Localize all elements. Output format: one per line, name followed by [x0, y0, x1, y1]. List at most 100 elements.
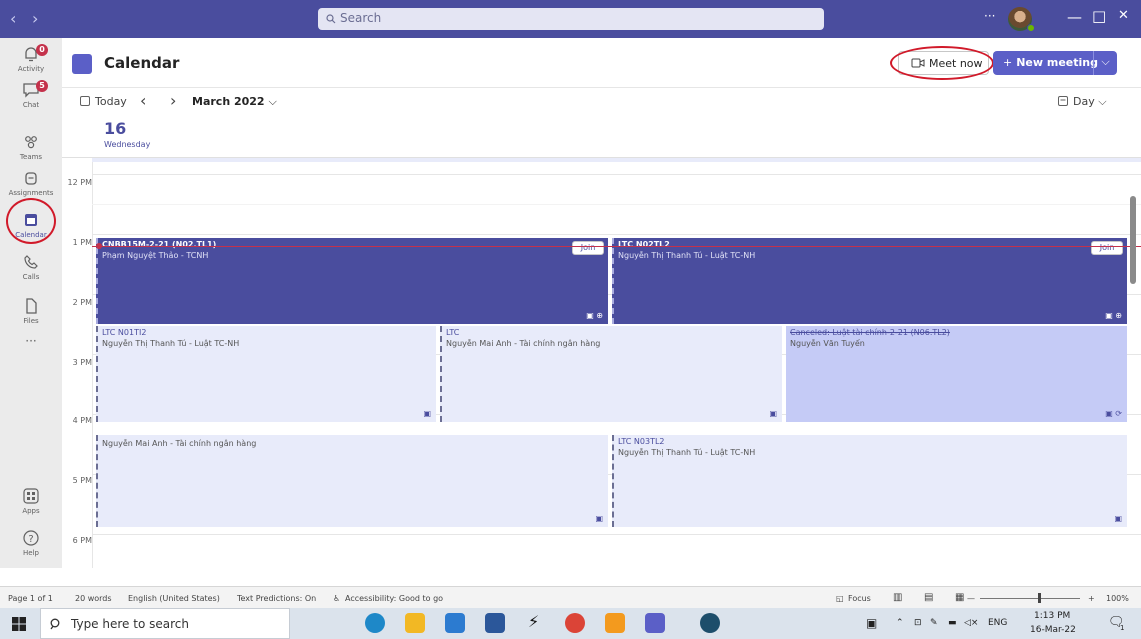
forward-button[interactable]: ›: [32, 9, 38, 28]
word-icon[interactable]: [485, 613, 505, 633]
previous-day-button[interactable]: ‹: [140, 91, 146, 110]
meeting-chat-icon: ▣ ⊕: [586, 311, 603, 320]
rail-item-apps[interactable]: Apps: [0, 486, 62, 515]
event-card[interactable]: LTC N01TI2 Nguyễn Thị Thanh Tú - Luật TC…: [96, 326, 436, 422]
meeting-chat-icon: ▣ ⊕: [1105, 311, 1122, 320]
month-label: March 2022: [192, 95, 265, 108]
web-layout-icon[interactable]: ▦: [955, 592, 964, 603]
rail-label: Files: [23, 317, 39, 325]
pen-icon[interactable]: ✎: [930, 618, 938, 628]
language-indicator[interactable]: English (United States): [128, 594, 220, 603]
text-predictions[interactable]: Text Predictions: On: [237, 594, 316, 603]
rail-item-help[interactable]: ? Help: [0, 528, 62, 557]
mail-icon[interactable]: [445, 613, 465, 633]
minimize-button[interactable]: —: [1067, 8, 1082, 26]
vertical-scrollbar[interactable]: [1130, 196, 1136, 284]
more-options-button[interactable]: ···: [984, 9, 995, 23]
presence-status-icon: [1027, 24, 1035, 32]
news-widget-icon[interactable]: ▣: [866, 616, 877, 630]
zoom-out-button[interactable]: —: [967, 594, 975, 603]
event-subject: LTC N01TI2: [102, 328, 147, 337]
view-switcher[interactable]: Day ⌵: [1073, 95, 1107, 109]
teams-taskbar-icon[interactable]: [645, 613, 665, 633]
zoom-slider-thumb[interactable]: [1038, 593, 1041, 603]
chrome-icon[interactable]: [565, 613, 585, 633]
rail-label: Chat: [22, 101, 40, 109]
month-picker[interactable]: March 2022 ⌵: [192, 95, 277, 109]
tray-app-icon[interactable]: ⊡: [914, 618, 922, 628]
event-subject: LTC N03TL2: [618, 437, 665, 446]
next-day-button[interactable]: ›: [170, 91, 176, 110]
windows-taskbar: Type here to search ⚡ ▣ ⌃ ⊡ ✎ ▬ ◁× ENG 1…: [0, 608, 1141, 639]
day-header: 16 Wednesday: [62, 114, 1141, 158]
event-card[interactable]: LTC Nguyễn Mai Anh - Tài chính ngân hàng…: [440, 326, 782, 422]
rail-label: Help: [23, 549, 39, 557]
rail-item-files[interactable]: Files: [0, 296, 62, 325]
new-meeting-dropdown-chevron-icon[interactable]: ⌵: [1093, 51, 1117, 75]
back-button[interactable]: ‹: [10, 9, 16, 28]
rail-item-chat[interactable]: 5 Chat: [0, 80, 62, 109]
event-card[interactable]: CNBB15M-2-21 (N02.TL1) Phạm Nguyệt Thảo …: [96, 238, 608, 324]
volume-icon[interactable]: ◁×: [964, 618, 978, 628]
close-button[interactable]: ✕: [1118, 8, 1129, 23]
event-organizer: Nguyễn Thị Thanh Tú - Luật TC-NH: [618, 448, 756, 457]
event-card[interactable]: LTC N02TL2 Nguyễn Thị Thanh Tú - Luật TC…: [612, 238, 1127, 324]
edge-icon[interactable]: [365, 613, 385, 633]
focus-icon: ◱: [836, 594, 844, 603]
status-bar: Page 1 of 1 20 words English (United Sta…: [0, 586, 1141, 608]
accessibility-status[interactable]: Accessibility: Good to go: [345, 594, 443, 603]
chevron-down-icon: ⌵: [268, 95, 277, 108]
show-hidden-icons-chevron-icon[interactable]: ⌃: [896, 618, 904, 628]
day-grid[interactable]: 12 PM 1 PM 2 PM 3 PM 4 PM 5 PM 6 PM CNBB…: [62, 158, 1141, 568]
hour-gridline: [92, 534, 1141, 535]
word-count[interactable]: 20 words: [75, 594, 112, 603]
print-layout-icon[interactable]: ▤: [924, 592, 933, 603]
zoom-level[interactable]: 100%: [1106, 594, 1129, 603]
day-number: 16: [104, 119, 127, 138]
taskbar-search-input[interactable]: Type here to search: [40, 608, 290, 639]
current-time-line: [92, 246, 1141, 247]
clock-time[interactable]: 1:13 PM: [1034, 611, 1070, 621]
activity-badge: 0: [36, 44, 48, 56]
calendar-annotation-circle: [6, 198, 56, 244]
new-meeting-button[interactable]: + New meeting ⌵: [993, 51, 1117, 75]
zoom-slider[interactable]: [980, 598, 1080, 599]
windows-start-icon[interactable]: [12, 617, 26, 631]
event-card[interactable]: LTC N03TL2 Nguyễn Thị Thanh Tú - Luật TC…: [612, 435, 1127, 527]
network-icon[interactable]: ▬: [948, 618, 957, 628]
page-count[interactable]: Page 1 of 1: [8, 594, 53, 603]
rail-item-activity[interactable]: 0 Activity: [0, 44, 62, 73]
event-organizer: Nguyễn Mai Anh - Tài chính ngân hàng: [446, 339, 601, 348]
join-button[interactable]: Join: [572, 241, 604, 255]
read-mode-icon[interactable]: ▥: [893, 592, 902, 603]
join-button[interactable]: Join: [1091, 241, 1123, 255]
today-button[interactable]: Today: [95, 95, 127, 108]
zoom-in-button[interactable]: +: [1088, 594, 1095, 603]
file-icon: [26, 298, 37, 314]
lightning-app-icon[interactable]: ⚡: [528, 612, 548, 632]
app-rail: 0 Activity 5 Chat Teams Assignments Cale…: [0, 38, 62, 576]
file-explorer-icon[interactable]: [405, 613, 425, 633]
rail-item-assignments[interactable]: Assignments: [0, 168, 62, 197]
rail-item-calls[interactable]: Calls: [0, 252, 62, 281]
search-icon: [50, 618, 60, 630]
clock-date[interactable]: 16-Mar-22: [1030, 625, 1076, 635]
all-day-event-strip[interactable]: [92, 158, 1141, 162]
event-card[interactable]: Nguyễn Mai Anh - Tài chính ngân hàng ▣: [96, 435, 608, 527]
search-input[interactable]: Search: [318, 8, 824, 30]
plus-icon: +: [1003, 56, 1013, 69]
help-icon: ?: [23, 530, 39, 546]
pinned-app-icon[interactable]: [700, 613, 720, 633]
meeting-chat-icon: ▣: [423, 409, 431, 418]
coc-coc-icon[interactable]: [605, 613, 625, 633]
rail-item-more[interactable]: ···: [0, 334, 62, 348]
focus-button[interactable]: Focus: [848, 594, 871, 603]
maximize-button[interactable]: □: [1092, 7, 1106, 25]
event-subject: LTC: [446, 328, 460, 337]
input-language[interactable]: ENG: [988, 618, 1007, 628]
event-card-canceled[interactable]: Canceled: Luật tài chính-2-21 (N06.TL2) …: [786, 326, 1127, 422]
today-calendar-icon: [80, 96, 90, 106]
new-meeting-label: New meeting: [1016, 56, 1098, 69]
rail-item-teams[interactable]: Teams: [0, 132, 62, 161]
notification-count: 1: [1120, 624, 1125, 632]
